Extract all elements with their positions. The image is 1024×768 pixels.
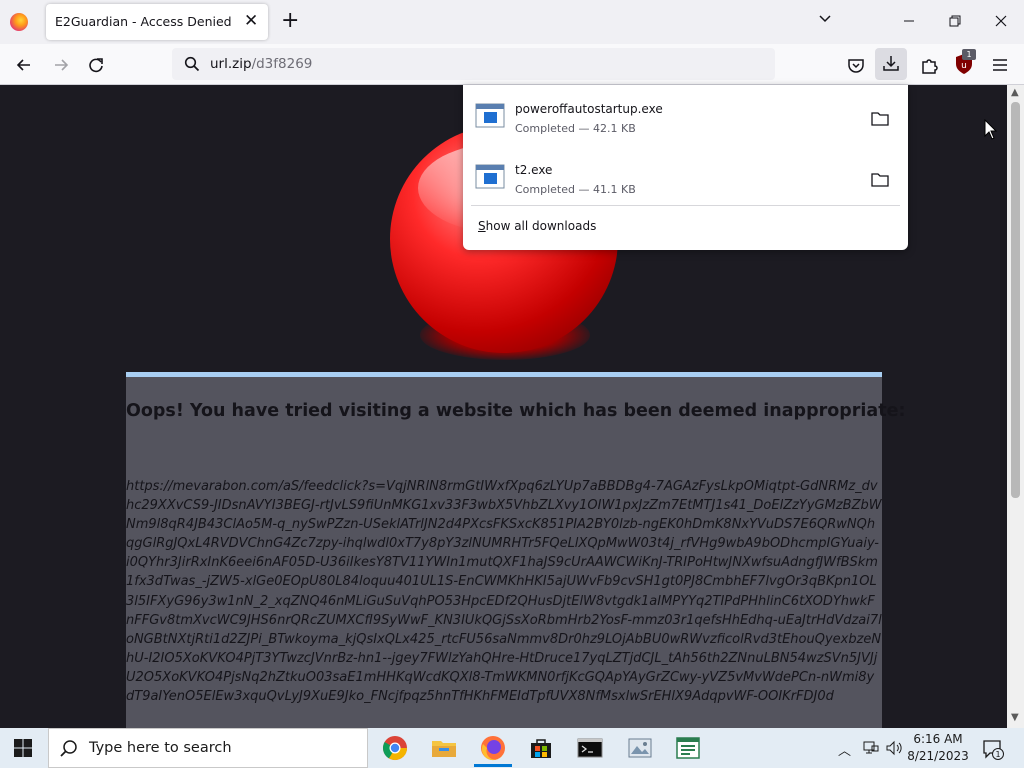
tab-close-icon[interactable]: ✕ <box>244 12 258 30</box>
new-tab-icon[interactable]: + <box>281 9 299 33</box>
list-all-tabs-icon[interactable] <box>818 12 832 26</box>
tab-strip: E2Guardian - Access Denied ✕ + <box>0 0 1024 44</box>
address-bar[interactable]: url.zip/d3f8269 <box>172 48 775 80</box>
firefox-taskbar-icon[interactable] <box>479 734 507 762</box>
folder-icon[interactable] <box>871 171 889 187</box>
clock-time[interactable]: 6:16 AM <box>900 732 976 746</box>
firefox-view-icon[interactable] <box>10 13 28 31</box>
url-path: /d3f8269 <box>251 56 313 72</box>
downloads-panel: poweroffautostartup.exe Completed — 42.1… <box>463 85 908 250</box>
access-denied-panel: Oops! You have tried visiting a website … <box>126 372 906 728</box>
scroll-thumb[interactable] <box>1011 102 1020 498</box>
image-viewer-icon[interactable] <box>626 734 654 762</box>
tab-title: E2Guardian - Access Denied <box>55 14 232 29</box>
reload-icon[interactable] <box>85 54 107 76</box>
download-status: Completed — 41.1 KB <box>515 183 636 196</box>
chrome-icon[interactable] <box>381 734 409 762</box>
scroll-down-icon[interactable]: ▼ <box>1011 712 1019 723</box>
notification-count: 1 <box>995 750 1000 759</box>
download-filename: t2.exe <box>515 163 553 177</box>
download-filename: poweroffautostartup.exe <box>515 102 663 116</box>
show-all-accesskey: S <box>478 219 486 233</box>
extensions-icon[interactable] <box>918 54 940 76</box>
url-host: url.zip <box>210 56 252 72</box>
downloads-button[interactable] <box>875 48 907 80</box>
download-item[interactable]: t2.exe Completed — 41.1 KB <box>463 150 908 206</box>
taskbar-search-box[interactable]: Type here to search <box>48 728 368 768</box>
navigation-toolbar: url.zip/d3f8269 u 1 <box>0 44 1024 85</box>
ublock-badge-count: 1 <box>962 49 976 60</box>
panel-divider <box>471 205 900 206</box>
url-text[interactable]: url.zip/d3f8269 <box>210 56 312 72</box>
desktop-screen: E2Guardian - Access Denied ✕ + url.zip/d… <box>0 0 1024 768</box>
restore-icon[interactable] <box>946 12 964 30</box>
active-app-indicator <box>474 764 512 767</box>
forward-icon[interactable] <box>50 54 72 76</box>
show-all-downloads-button[interactable]: Show all downloads <box>478 219 596 233</box>
download-status: Completed — 42.1 KB <box>515 122 636 135</box>
exe-file-icon <box>475 164 505 189</box>
download-item[interactable]: poweroffautostartup.exe Completed — 42.1… <box>463 89 908 145</box>
pocket-icon[interactable] <box>845 54 867 76</box>
mouse-cursor-icon <box>984 119 998 140</box>
windows-taskbar: Type here to search ︿ 6:16 AM 8/21/2023 … <box>0 728 1024 768</box>
search-icon <box>60 740 77 757</box>
folder-icon[interactable] <box>871 110 889 126</box>
back-icon[interactable] <box>13 54 35 76</box>
windows-start-icon[interactable] <box>14 739 32 757</box>
close-window-icon[interactable] <box>992 12 1010 30</box>
notification-center-icon[interactable]: 1 <box>982 738 1004 760</box>
minimize-icon[interactable] <box>900 12 918 30</box>
exe-file-icon <box>475 103 505 128</box>
download-icon <box>883 56 899 71</box>
clock-date[interactable]: 8/21/2023 <box>900 749 976 763</box>
show-all-label: how all downloads <box>485 219 597 233</box>
network-icon[interactable] <box>862 739 880 757</box>
scroll-up-icon[interactable]: ▲ <box>1011 87 1019 98</box>
search-placeholder: Type here to search <box>89 740 232 756</box>
denied-headline: Oops! You have tried visiting a website … <box>126 401 906 421</box>
tab-active[interactable]: E2Guardian - Access Denied ✕ <box>46 4 268 40</box>
blocked-url-text: https://mevarabon.com/aS/feedclick?s=Vqj… <box>126 479 882 705</box>
file-explorer-icon[interactable] <box>430 734 458 762</box>
terminal-icon[interactable] <box>576 734 604 762</box>
app-window-icon[interactable] <box>674 734 702 762</box>
menu-icon[interactable] <box>989 54 1011 76</box>
search-icon <box>184 56 200 72</box>
chevron-up-icon[interactable]: ︿ <box>838 740 851 759</box>
microsoft-store-icon[interactable] <box>527 734 555 762</box>
svg-text:u: u <box>961 61 967 71</box>
page-scrollbar[interactable]: ▲ ▼ <box>1007 85 1024 728</box>
